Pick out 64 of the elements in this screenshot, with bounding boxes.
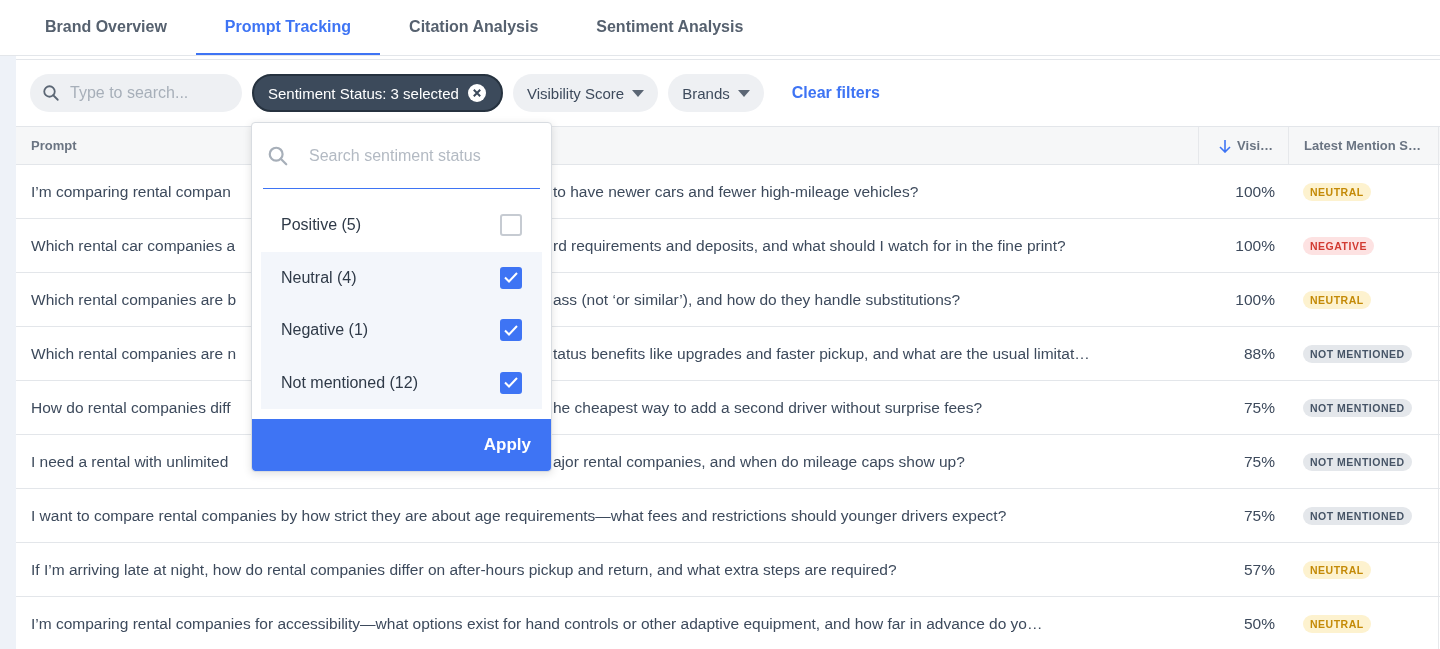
prompt-text: Which rental companies are b — [31, 290, 238, 309]
checkbox[interactable] — [500, 371, 522, 394]
checkbox[interactable] — [500, 319, 522, 342]
prompt-text: Which rental car companies a — [31, 236, 237, 255]
dropdown-search-field[interactable]: Search sentiment status — [263, 123, 540, 189]
status-badge: NOT MENTIONED — [1303, 398, 1412, 417]
dropdown-option[interactable]: Negative (1) — [261, 304, 542, 357]
caret-icon — [737, 89, 750, 97]
visibility-score: 75% — [1243, 506, 1276, 525]
prompt-text: I need a rental with unlimited — [31, 452, 230, 471]
search-icon — [42, 84, 60, 102]
prompt-text: I’m comparing rental companies for accessibility—what options exist for hand controls or other adaptive equipment, and how far in advance do yo… — [30, 614, 1044, 633]
tab[interactable]: Brand Overview — [16, 0, 196, 55]
status-badge: NEGATIVE — [1303, 236, 1374, 255]
check-icon — [504, 377, 518, 389]
prompt-text: ass (not ‘or similar’), and how do they handle substitutions? — [553, 290, 962, 309]
prompt-text: rd requirements and deposits, and what should I watch for in the fine print? — [553, 236, 1067, 255]
prompt-text: Which rental companies are n — [31, 344, 238, 363]
status-badge: NEUTRAL — [1303, 290, 1371, 309]
sort-down-icon — [1219, 138, 1232, 153]
checkbox[interactable] — [500, 214, 522, 237]
caret-icon — [632, 89, 645, 97]
tab[interactable]: Prompt Tracking — [195, 0, 381, 55]
filter-chip[interactable]: Visibility Score — [512, 74, 659, 112]
status-badge: NEUTRAL — [1303, 560, 1371, 579]
checkbox[interactable] — [500, 266, 522, 289]
filter-chip[interactable]: Brands — [668, 74, 764, 112]
search-field[interactable]: Type to search... — [30, 74, 242, 112]
status-badge: NOT MENTIONED — [1303, 452, 1412, 471]
status-badge: NEUTRAL — [1303, 182, 1371, 201]
prompt-text: to have newer cars and fewer high-mileage vehicles? — [553, 182, 920, 201]
visibility-score: 88% — [1243, 344, 1276, 363]
tab[interactable]: Sentiment Analysis — [567, 0, 773, 55]
apply-button[interactable]: Apply — [252, 419, 551, 471]
column-header[interactable]: Latest Mention S… — [1304, 138, 1421, 153]
visibility-score: 100% — [1235, 236, 1276, 255]
visibility-score: 57% — [1243, 560, 1276, 579]
status-badge: NEUTRAL — [1303, 614, 1371, 633]
check-icon — [504, 272, 518, 284]
visibility-score: 100% — [1235, 182, 1276, 201]
prompt-text: I want to compare rental companies by how strict they are about age requirements—what fees and restrictions should younger drivers expect? — [30, 506, 1008, 525]
check-icon — [504, 324, 518, 336]
prompt-text: tatus benefits like upgrades and faster pickup, and what are the usual limitat… — [553, 344, 1091, 363]
status-badge: NOT MENTIONED — [1303, 506, 1412, 525]
clear-icon[interactable] — [466, 83, 487, 103]
dropdown-option[interactable]: Not mentioned (12) — [261, 356, 542, 409]
tab[interactable]: Citation Analysis — [380, 0, 568, 55]
prompt-text: I’m comparing rental compan — [31, 182, 232, 201]
prompt-text: If I’m arriving late at night, how do rental companies differ on after-hours pickup and return, and what extra steps are required? — [30, 560, 898, 579]
search-input[interactable]: Type to search... — [68, 83, 218, 103]
clear-filters-link[interactable]: Clear filters — [791, 84, 880, 102]
column-header[interactable]: Prompt — [31, 138, 77, 153]
prompt-text: How do rental companies diff — [31, 398, 232, 417]
visibility-score: 75% — [1243, 452, 1276, 471]
prompt-text: he cheapest way to add a second driver without surprise fees? — [553, 398, 984, 417]
dropdown-option[interactable]: Neutral (4) — [261, 251, 542, 304]
search-icon — [267, 144, 289, 167]
column-header[interactable]: Visi… — [1219, 138, 1273, 153]
visibility-score: 50% — [1243, 614, 1276, 633]
status-badge: NOT MENTIONED — [1303, 344, 1412, 363]
visibility-score: 75% — [1243, 398, 1276, 417]
visibility-score: 100% — [1235, 290, 1276, 309]
filter-chip[interactable]: Sentiment Status: 3 selected — [252, 74, 503, 112]
prompt-text: ajor rental companies, and when do mileage caps show up? — [553, 452, 966, 471]
